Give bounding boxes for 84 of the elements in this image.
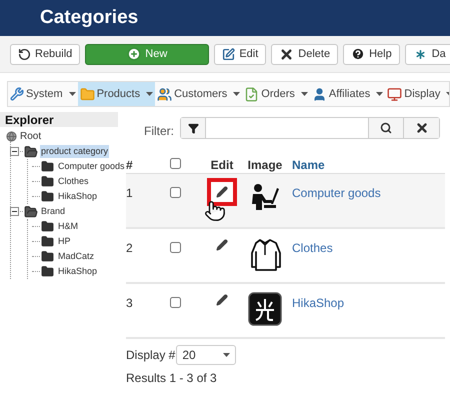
results-text: Results 1 - 3 of 3 xyxy=(126,370,218,387)
clear-button[interactable] xyxy=(403,118,439,138)
pencil-icon[interactable] xyxy=(216,239,228,251)
row-number: 2 xyxy=(126,240,134,257)
caret-icon xyxy=(233,92,240,96)
open-folder-icon xyxy=(24,144,38,158)
explorer-title: Explorer xyxy=(5,112,54,128)
close-icon xyxy=(279,46,294,62)
folder-icon xyxy=(41,160,54,173)
row-checkbox[interactable] xyxy=(170,242,181,253)
tree-item[interactable]: Computer goods xyxy=(57,160,126,174)
row-checkbox[interactable] xyxy=(170,187,181,198)
folder-icon xyxy=(41,250,54,263)
display-select[interactable]: 20 xyxy=(176,345,236,365)
toolbar-button[interactable]: Rebuild xyxy=(10,44,80,64)
category-link[interactable]: Computer goods xyxy=(288,184,381,202)
users-icon xyxy=(157,86,172,102)
filter-label: Filter: xyxy=(144,123,174,140)
page-title: Categories xyxy=(40,6,138,30)
tree-item[interactable]: H&M xyxy=(57,220,79,234)
collapse-icon[interactable] xyxy=(10,147,19,156)
menu-item[interactable]: Customers xyxy=(155,82,242,106)
caret-icon xyxy=(376,92,384,96)
open-folder-icon xyxy=(24,204,38,218)
tree-root[interactable]: Root xyxy=(20,129,42,144)
search-icon xyxy=(380,122,392,134)
tree-item[interactable]: HikaShop xyxy=(57,190,98,204)
tree-item[interactable]: product category xyxy=(40,144,110,158)
pencil-icon xyxy=(216,186,228,198)
help-icon xyxy=(351,47,366,61)
person-at-computer-icon xyxy=(250,182,280,212)
menu-item[interactable]: Orders xyxy=(242,82,310,106)
hand-cursor-icon xyxy=(204,200,226,222)
pencil-icon[interactable] xyxy=(216,294,228,306)
category-link[interactable]: HikaShop xyxy=(288,294,344,312)
toolbar-button[interactable]: Da xyxy=(404,44,450,64)
toolbar-button[interactable]: Delete xyxy=(271,44,338,64)
wrench-icon xyxy=(10,87,24,101)
caret-icon xyxy=(146,92,154,96)
edit-button[interactable] xyxy=(207,178,237,206)
shirt-icon xyxy=(248,237,282,273)
tree-item[interactable]: MadCatz xyxy=(57,250,96,264)
monitor-icon xyxy=(387,86,402,102)
row-number: 3 xyxy=(126,295,134,312)
toolbar-button[interactable]: Help xyxy=(343,44,400,64)
filter-icon xyxy=(188,122,198,134)
menu-item[interactable]: Products xyxy=(78,82,156,106)
rebuild-icon xyxy=(18,48,31,60)
folder-icon xyxy=(41,190,54,203)
collapse-icon[interactable] xyxy=(10,207,19,216)
folder-icon xyxy=(41,265,54,278)
toolbar-button[interactable]: Edit xyxy=(214,44,266,64)
folder-icon xyxy=(41,235,54,248)
folder-icon xyxy=(41,220,54,233)
display-label: Display # xyxy=(126,347,176,364)
close-icon xyxy=(414,121,428,135)
menu-item[interactable]: System xyxy=(8,82,78,106)
column-header: Edit xyxy=(210,156,234,174)
row-number: 1 xyxy=(126,185,134,202)
column-header[interactable]: Name xyxy=(288,156,325,174)
menu-item[interactable]: Affiliates xyxy=(310,82,386,106)
document-icon xyxy=(244,86,260,102)
tree-item[interactable]: HikaShop xyxy=(57,264,98,278)
category-link[interactable]: Clothes xyxy=(288,239,333,257)
user-icon xyxy=(312,86,327,102)
folder-icon xyxy=(80,86,95,102)
new-button[interactable]: New xyxy=(85,44,210,64)
column-header: Image xyxy=(246,156,284,174)
select-all-checkbox[interactable] xyxy=(170,158,181,168)
logo-icon xyxy=(248,292,282,326)
plus-icon xyxy=(127,47,142,61)
caret-icon xyxy=(68,92,76,96)
edit-icon xyxy=(222,48,236,60)
menu-item[interactable]: Display xyxy=(385,82,449,106)
column-header: # xyxy=(126,156,134,174)
filter-field[interactable] xyxy=(180,117,440,139)
folder-icon xyxy=(41,175,54,188)
caret-icon xyxy=(300,92,308,96)
tree-item[interactable]: HP xyxy=(57,234,72,248)
row-checkbox[interactable] xyxy=(170,297,181,308)
tree-item[interactable]: Clothes xyxy=(57,174,90,188)
caret-icon xyxy=(223,353,230,357)
search-button[interactable] xyxy=(368,118,403,138)
tree-item[interactable]: Brand xyxy=(40,204,66,218)
